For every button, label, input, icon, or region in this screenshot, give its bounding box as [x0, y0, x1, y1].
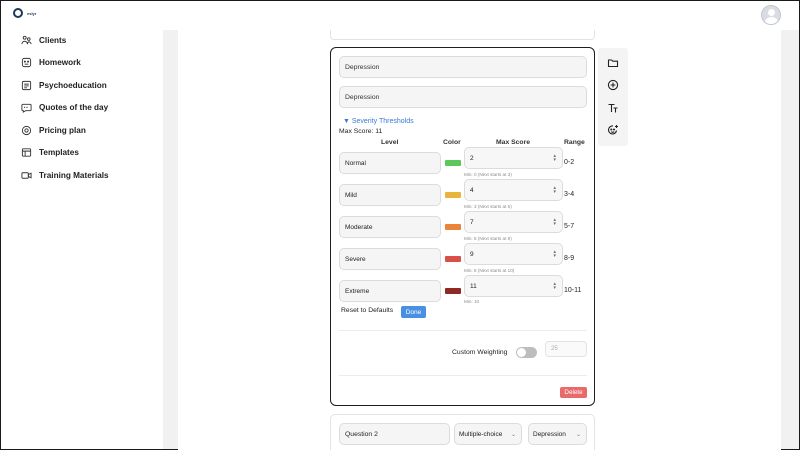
question-category-input[interactable]: Depression — [339, 86, 587, 108]
logo-text: eslyr — [27, 10, 37, 16]
custom-weighting-toggle[interactable] — [516, 347, 537, 358]
header-max-score: Max Score — [496, 139, 531, 146]
question-type-select[interactable]: Multiple-choice ⌄ — [454, 423, 522, 445]
header-color: Color — [443, 139, 461, 146]
threshold-max-score-input[interactable]: 7 ▲ ▼ — [464, 211, 563, 233]
reset-to-defaults-button[interactable]: Reset to Defaults — [341, 307, 393, 314]
sidebar-item-label: Quotes of the day — [39, 103, 109, 113]
add-emoji-icon[interactable] — [606, 123, 619, 136]
video-icon — [21, 170, 32, 181]
threshold-level-input[interactable]: Moderate — [339, 216, 441, 238]
threshold-max-score-input[interactable]: 4 ▲ ▼ — [464, 179, 563, 201]
sidebar-item-label: Training Materials — [39, 170, 109, 180]
threshold-max-score-value: 9 — [470, 250, 474, 258]
previous-card-tail — [330, 30, 595, 40]
chevron-down-icon: ⌄ — [510, 431, 516, 438]
top-bar — [163, 1, 799, 30]
threshold-color-swatch[interactable] — [445, 224, 461, 230]
custom-weighting-label: Custom Weighting — [452, 349, 508, 356]
app-logo[interactable]: eslyr — [13, 8, 36, 18]
threshold-level-input[interactable]: Normal — [339, 152, 441, 174]
sidebar-item-psychoeducation[interactable]: Psychoeducation — [21, 74, 109, 97]
max-score-label: Max Score: 11 — [339, 128, 383, 135]
threshold-max-score-input[interactable]: 9 ▲ ▼ — [464, 243, 563, 265]
sidebar-item-clients[interactable]: Clients — [21, 29, 109, 52]
question-toolbar — [598, 48, 628, 146]
sidebar-item-quotes[interactable]: Quotes of the day — [21, 97, 109, 120]
threshold-hint: Min: 0 (Next starts at 3) — [464, 172, 512, 177]
template-icon — [21, 147, 32, 158]
sidebar-item-training-materials[interactable]: Training Materials — [21, 164, 109, 187]
users-icon — [21, 35, 32, 46]
threshold-range: 0-2 — [564, 159, 575, 166]
question-card: Depression Depression ▼ Severity Thresho… — [330, 47, 595, 406]
question-type-value: Multiple-choice — [459, 430, 503, 438]
header-range: Range — [564, 139, 585, 146]
weight-placeholder: 25 — [551, 346, 558, 352]
chevron-down-icon: ⌄ — [575, 431, 581, 438]
target-icon — [21, 125, 32, 136]
question-title-input[interactable]: Question 2 — [339, 423, 450, 445]
threshold-range: 8-9 — [564, 255, 575, 262]
sidebar-item-homework[interactable]: Homework — [21, 52, 109, 75]
threshold-max-score-value: 7 — [470, 218, 474, 226]
threshold-color-swatch[interactable] — [445, 192, 461, 198]
sidebar: eslyr Clients Homework Psychoeducation Q… — [1, 1, 163, 449]
user-avatar[interactable] — [761, 5, 781, 25]
stepper-icon[interactable]: ▲ ▼ — [553, 217, 557, 226]
threshold-level-input[interactable]: Extreme — [339, 280, 441, 302]
header-level: Level — [381, 139, 399, 146]
stepper-icon[interactable]: ▲ ▼ — [553, 185, 557, 194]
threshold-color-swatch[interactable] — [445, 256, 461, 262]
threshold-max-score-value: 11 — [470, 282, 477, 290]
sidebar-item-label: Pricing plan — [39, 125, 86, 135]
logo-icon — [13, 8, 23, 18]
divider — [339, 330, 587, 331]
threshold-hint: Min: 8 (Next starts at 10) — [464, 268, 515, 273]
threshold-color-swatch[interactable] — [445, 160, 461, 166]
threshold-max-score-value: 4 — [470, 186, 474, 194]
quote-icon — [21, 102, 32, 114]
threshold-range: 3-4 — [564, 191, 575, 198]
stepper-icon[interactable]: ▲ ▼ — [553, 153, 557, 162]
question-title-input[interactable]: Depression — [339, 56, 587, 78]
book-icon — [21, 80, 32, 91]
add-circle-icon[interactable] — [606, 78, 619, 91]
sidebar-item-label: Templates — [39, 148, 79, 158]
question-category-value: Depression — [533, 430, 566, 438]
threshold-hint: Min: 10 — [464, 299, 480, 304]
threshold-max-score-input[interactable]: 2 ▲ ▼ — [464, 147, 563, 169]
sidebar-item-pricing-plan[interactable]: Pricing plan — [21, 119, 109, 142]
next-question-card: Question 2 Multiple-choice ⌄ Depression … — [330, 414, 595, 450]
threshold-range: 5-7 — [564, 223, 575, 230]
weight-input[interactable]: 25 — [545, 341, 587, 357]
folder-icon[interactable] — [606, 56, 619, 69]
threshold-hint: Min: 3 (Next starts at 5) — [464, 204, 512, 209]
threshold-range: 10-11 — [564, 287, 582, 294]
delete-button[interactable]: Delete — [560, 387, 587, 398]
question-category-select[interactable]: Depression ⌄ — [528, 423, 587, 445]
threshold-hint: Min: 5 (Next starts at 8) — [464, 236, 512, 241]
stepper-icon[interactable]: ▲ ▼ — [553, 249, 557, 258]
divider — [339, 375, 587, 376]
homework-icon — [21, 57, 32, 68]
threshold-level-input[interactable]: Severe — [339, 248, 441, 270]
threshold-max-score-input[interactable]: 11 ▲ ▼ — [464, 275, 563, 297]
sidebar-item-label: Homework — [39, 58, 81, 68]
sidebar-item-templates[interactable]: Templates — [21, 142, 109, 165]
sidebar-item-label: Psychoeducation — [39, 80, 107, 90]
sidebar-nav: Clients Homework Psychoeducation Quotes … — [21, 29, 109, 187]
text-format-icon[interactable] — [606, 101, 619, 114]
sidebar-item-label: Clients — [39, 35, 67, 45]
done-button[interactable]: Done — [401, 306, 426, 318]
threshold-level-input[interactable]: Mild — [339, 184, 441, 206]
threshold-color-swatch[interactable] — [445, 288, 461, 294]
threshold-max-score-value: 2 — [470, 154, 474, 162]
severity-thresholds-toggle[interactable]: ▼ Severity Thresholds — [343, 118, 414, 125]
stepper-icon[interactable]: ▲ ▼ — [553, 281, 557, 290]
